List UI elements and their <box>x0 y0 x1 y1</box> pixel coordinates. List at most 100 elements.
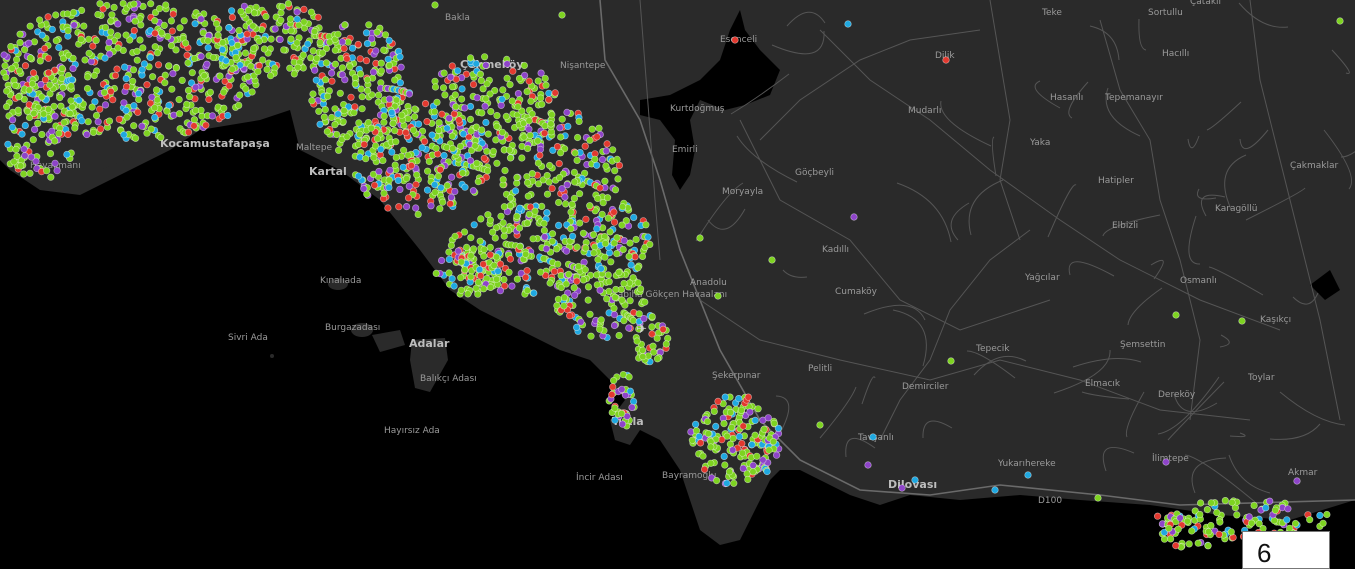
poi-marker[interactable] <box>38 130 46 139</box>
poi-marker[interactable] <box>554 198 563 207</box>
poi-marker[interactable] <box>29 69 38 77</box>
poi-marker[interactable] <box>1284 505 1292 513</box>
poi-marker[interactable] <box>413 171 421 179</box>
poi-marker[interactable] <box>506 202 514 210</box>
poi-marker[interactable] <box>235 26 243 35</box>
poi-marker[interactable] <box>688 436 697 444</box>
poi-marker[interactable] <box>699 452 707 460</box>
poi-marker[interactable] <box>478 126 486 134</box>
poi-marker[interactable] <box>0 51 8 59</box>
poi-marker[interactable] <box>260 45 269 53</box>
poi-marker[interactable] <box>730 479 738 487</box>
poi-marker[interactable] <box>184 59 192 67</box>
poi-marker[interactable] <box>595 124 603 132</box>
poi-marker[interactable] <box>354 40 362 49</box>
poi-marker[interactable] <box>8 123 16 131</box>
poi-marker[interactable] <box>574 262 583 271</box>
poi-marker[interactable] <box>469 245 478 253</box>
poi-marker[interactable] <box>461 104 469 112</box>
poi-marker[interactable] <box>542 245 551 253</box>
poi-marker[interactable] <box>607 258 615 266</box>
poi-marker[interactable] <box>244 73 252 81</box>
poi-marker[interactable] <box>18 130 26 138</box>
poi-marker[interactable] <box>365 21 373 29</box>
poi-marker[interactable] <box>69 8 78 17</box>
poi-marker[interactable] <box>869 433 877 441</box>
poi-marker[interactable] <box>618 221 626 229</box>
poi-marker[interactable] <box>597 316 605 324</box>
poi-marker[interactable] <box>609 383 617 391</box>
poi-marker[interactable] <box>748 441 756 449</box>
poi-marker[interactable] <box>523 144 532 153</box>
poi-marker[interactable] <box>412 204 420 212</box>
poi-marker[interactable] <box>437 184 445 192</box>
poi-marker[interactable] <box>447 73 455 81</box>
poi-marker[interactable] <box>1165 524 1173 533</box>
poi-marker[interactable] <box>209 53 217 62</box>
poi-marker[interactable] <box>707 459 715 467</box>
poi-marker[interactable] <box>760 425 768 433</box>
poi-marker[interactable] <box>219 38 227 47</box>
poi-marker[interactable] <box>248 88 256 96</box>
poi-marker[interactable] <box>138 66 146 74</box>
poi-marker[interactable] <box>403 175 411 183</box>
poi-marker[interactable] <box>438 110 446 118</box>
poi-marker[interactable] <box>328 69 336 77</box>
poi-marker[interactable] <box>96 0 104 8</box>
poi-marker[interactable] <box>313 54 321 62</box>
poi-marker[interactable] <box>146 53 154 62</box>
poi-marker[interactable] <box>25 39 33 47</box>
poi-marker[interactable] <box>729 446 737 454</box>
poi-marker[interactable] <box>222 57 230 65</box>
poi-marker[interactable] <box>156 5 164 13</box>
poi-marker[interactable] <box>254 67 262 76</box>
poi-marker[interactable] <box>312 76 320 84</box>
poi-marker[interactable] <box>473 94 481 102</box>
poi-marker[interactable] <box>558 11 566 19</box>
poi-marker[interactable] <box>228 7 236 15</box>
poi-marker[interactable] <box>346 63 354 71</box>
poi-marker[interactable] <box>850 213 858 221</box>
poi-marker[interactable] <box>158 29 166 37</box>
poi-marker[interactable] <box>718 436 726 444</box>
poi-marker[interactable] <box>1215 530 1223 539</box>
poi-marker[interactable] <box>36 57 44 65</box>
poi-marker[interactable] <box>322 59 331 67</box>
poi-marker[interactable] <box>496 287 505 295</box>
poi-marker[interactable] <box>751 416 759 425</box>
poi-marker[interactable] <box>151 29 159 37</box>
poi-marker[interactable] <box>558 115 566 123</box>
poi-marker[interactable] <box>527 97 535 105</box>
poi-marker[interactable] <box>454 67 462 75</box>
poi-marker[interactable] <box>458 85 466 93</box>
poi-marker[interactable] <box>328 113 336 122</box>
poi-marker[interactable] <box>428 131 436 139</box>
poi-marker[interactable] <box>30 109 38 117</box>
poi-marker[interactable] <box>101 23 110 32</box>
poi-marker[interactable] <box>71 124 79 132</box>
poi-marker[interactable] <box>123 113 131 121</box>
poi-marker[interactable] <box>641 298 649 306</box>
poi-marker[interactable] <box>601 239 610 248</box>
poi-marker[interactable] <box>338 71 346 79</box>
poi-marker[interactable] <box>573 277 581 285</box>
poi-marker[interactable] <box>639 353 647 361</box>
poi-marker[interactable] <box>220 104 228 112</box>
poi-marker[interactable] <box>319 49 327 57</box>
poi-marker[interactable] <box>754 405 762 413</box>
poi-marker[interactable] <box>942 56 950 64</box>
poi-marker[interactable] <box>100 88 108 97</box>
poi-marker[interactable] <box>506 255 515 263</box>
poi-marker[interactable] <box>51 137 59 145</box>
poi-marker[interactable] <box>1283 516 1291 524</box>
poi-marker[interactable] <box>396 53 404 61</box>
poi-marker[interactable] <box>13 55 21 64</box>
poi-marker[interactable] <box>149 73 157 81</box>
poi-marker[interactable] <box>157 133 165 141</box>
poi-marker[interactable] <box>105 117 114 125</box>
poi-marker[interactable] <box>482 118 490 127</box>
poi-marker[interactable] <box>746 408 754 416</box>
poi-marker[interactable] <box>472 284 480 292</box>
poi-marker[interactable] <box>362 29 371 37</box>
poi-marker[interactable] <box>548 237 557 245</box>
